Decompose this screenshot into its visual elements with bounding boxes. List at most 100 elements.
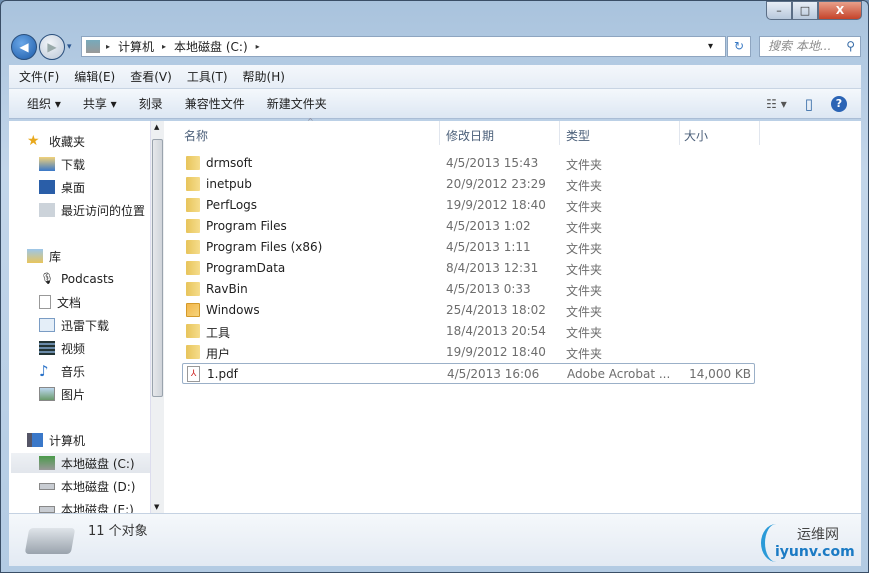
menu-edit[interactable]: 编辑(E)	[74, 68, 115, 85]
column-date-modified[interactable]: 修改日期	[446, 127, 494, 144]
nav-drive-c[interactable]: 本地磁盘 (C:)	[11, 453, 150, 473]
film-icon	[39, 341, 55, 355]
music-note-icon: ♪	[39, 362, 49, 380]
column-divider[interactable]	[559, 121, 560, 145]
menu-tools[interactable]: 工具(T)	[187, 68, 228, 85]
file-row[interactable]: ProgramData 8/4/2013 12:31 文件夹	[182, 258, 755, 279]
nav-pictures[interactable]: 图片	[39, 384, 85, 404]
column-size[interactable]: 大小	[684, 127, 708, 144]
breadcrumb-computer[interactable]: 计算机	[118, 38, 154, 55]
nav-recent-places[interactable]: 最近访问的位置	[39, 200, 145, 220]
file-type: 文件夹	[566, 284, 603, 298]
preview-pane-icon[interactable]: ▯	[805, 95, 813, 113]
file-date: 4/5/2013 1:02	[446, 219, 531, 233]
search-icon[interactable]: ⚲	[846, 37, 855, 56]
help-icon[interactable]: ?	[831, 96, 847, 112]
column-name[interactable]: 名称	[184, 127, 208, 144]
nav-drive-e[interactable]: 本地磁盘 (E:)	[39, 499, 134, 513]
file-name: RavBin	[206, 282, 248, 296]
file-date: 25/4/2013 18:02	[446, 303, 546, 317]
navigation-scrollbar[interactable]: ▲ ▼	[150, 121, 164, 513]
file-type: Adobe Acrobat ...	[567, 367, 671, 381]
menu-help[interactable]: 帮助(H)	[243, 68, 285, 85]
organize-button[interactable]: 组织 ▾	[27, 95, 61, 112]
nav-podcasts[interactable]: 🎙 Podcasts	[39, 269, 114, 289]
file-date: 20/9/2012 23:29	[446, 177, 546, 191]
file-date: 4/5/2013 1:11	[446, 240, 531, 254]
file-row[interactable]: Program Files (x86) 4/5/2013 1:11 文件夹	[182, 237, 755, 258]
breadcrumb-separator-icon[interactable]: ▸	[162, 42, 166, 51]
scroll-up-icon[interactable]: ▲	[154, 123, 159, 131]
nav-favorites[interactable]: ★ 收藏夹	[27, 131, 85, 151]
nav-videos[interactable]: 视频	[39, 338, 85, 358]
view-options-icon[interactable]: ☷ ▾	[766, 97, 787, 111]
search-input[interactable]: 搜索 本地... ⚲	[759, 36, 861, 57]
address-bar[interactable]: ▸ 计算机 ▸ 本地磁盘 (C:) ▸ ▾	[81, 36, 726, 57]
nav-computer[interactable]: 计算机	[27, 430, 85, 450]
scrollbar-thumb[interactable]	[152, 139, 163, 397]
file-row[interactable]: drmsoft 4/5/2013 15:43 文件夹	[182, 153, 755, 174]
address-dropdown-icon[interactable]: ▾	[708, 41, 713, 52]
caption-buttons: – □ X	[766, 1, 862, 20]
recent-pages-dropdown-icon[interactable]: ▾	[67, 42, 72, 52]
back-button[interactable]: ◀	[11, 34, 37, 60]
breadcrumb-separator-icon[interactable]: ▸	[106, 42, 110, 51]
file-row[interactable]: 用户 19/9/2012 18:40 文件夹	[182, 342, 755, 363]
column-divider[interactable]	[439, 121, 440, 145]
burn-button[interactable]: 刻录	[139, 95, 163, 112]
refresh-button[interactable]: ↻	[727, 36, 751, 57]
nav-label: Podcasts	[61, 272, 114, 286]
nav-label: 本地磁盘 (D:)	[61, 479, 136, 494]
navigation-pane: ★ 收藏夹 下载 桌面 最近访问的位置 库 🎙 Podcasts 文档 迅雷下载 视…	[9, 121, 150, 513]
nav-downloads[interactable]: 下载	[39, 154, 85, 174]
nav-xunlei-downloads[interactable]: 迅雷下载	[39, 315, 109, 335]
scroll-down-icon[interactable]: ▼	[154, 503, 159, 511]
nav-libraries[interactable]: 库	[27, 246, 61, 266]
maximize-button[interactable]: □	[792, 1, 818, 20]
picture-icon	[39, 387, 55, 401]
drive-large-icon	[24, 528, 76, 554]
microphone-icon: 🎙	[40, 272, 54, 285]
file-row[interactable]: 工具 18/4/2013 20:54 文件夹	[182, 321, 755, 342]
logo-text-url: iyunv.com	[775, 544, 855, 560]
file-row[interactable]: Program Files 4/5/2013 1:02 文件夹	[182, 216, 755, 237]
column-divider[interactable]	[759, 121, 760, 145]
file-row[interactable]: PerfLogs 19/9/2012 18:40 文件夹	[182, 195, 755, 216]
column-divider[interactable]	[679, 121, 680, 145]
file-date: 18/4/2013 20:54	[446, 324, 546, 338]
file-list: ^ 名称 修改日期 类型 大小 drmsoft 4/5/2013 15:43 文件夹…	[164, 117, 861, 513]
file-date: 8/4/2013 12:31	[446, 261, 539, 275]
column-type[interactable]: 类型	[566, 127, 590, 144]
menu-file[interactable]: 文件(F)	[19, 68, 59, 85]
nav-label: 最近访问的位置	[61, 203, 146, 218]
file-name: Windows	[206, 303, 260, 317]
logo-text-cn: 运维网	[797, 527, 839, 543]
folder-icon	[186, 261, 200, 275]
nav-desktop[interactable]: 桌面	[39, 177, 85, 197]
file-row[interactable]: ⅄ 1.pdf 4/5/2013 16:06 Adobe Acrobat ... 14,…	[182, 363, 755, 384]
file-date: 4/5/2013 15:43	[446, 156, 539, 170]
file-row[interactable]: inetpub 20/9/2012 23:29 文件夹	[182, 174, 755, 195]
file-type: 文件夹	[566, 326, 603, 340]
nav-label: 文档	[57, 295, 82, 310]
file-row[interactable]: RavBin 4/5/2013 0:33 文件夹	[182, 279, 755, 300]
forward-button[interactable]: ▶	[39, 34, 65, 60]
nav-label: 下载	[61, 157, 86, 172]
file-type: 文件夹	[566, 263, 603, 277]
file-size: 14,000 KB	[689, 367, 751, 381]
breadcrumb-drive-c[interactable]: 本地磁盘 (C:)	[174, 38, 248, 55]
nav-drive-d[interactable]: 本地磁盘 (D:)	[39, 476, 135, 496]
file-row[interactable]: Windows 25/4/2013 18:02 文件夹	[182, 300, 755, 321]
close-button[interactable]: X	[818, 1, 862, 20]
nav-documents[interactable]: 文档	[39, 292, 81, 312]
breadcrumb-separator-icon[interactable]: ▸	[256, 42, 260, 51]
share-button[interactable]: 共享 ▾	[83, 95, 117, 112]
system-drive-icon	[39, 456, 55, 470]
minimize-button[interactable]: –	[766, 1, 792, 20]
file-name: ProgramData	[206, 261, 286, 275]
menu-view[interactable]: 查看(V)	[130, 68, 172, 85]
compatibility-files-button[interactable]: 兼容性文件	[185, 95, 245, 112]
nav-music[interactable]: ♪ 音乐	[39, 361, 85, 381]
new-folder-button[interactable]: 新建文件夹	[267, 95, 327, 112]
file-name: drmsoft	[206, 156, 253, 170]
